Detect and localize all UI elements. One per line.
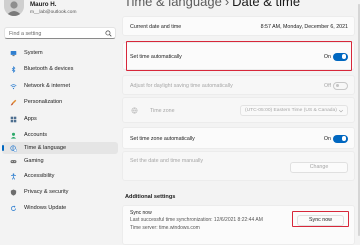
- sidebar-item-personalization[interactable]: Personalization: [2, 97, 118, 109]
- user-email: m__lab@outlook.com: [30, 9, 77, 15]
- set-time-zone-automatically-toggle[interactable]: [333, 134, 348, 143]
- search-placeholder: Find a setting: [9, 30, 42, 37]
- change-button-label: Change: [309, 164, 329, 170]
- globe-clock-icon: [10, 144, 17, 152]
- avatar: [4, 0, 24, 16]
- bluetooth-icon: [11, 66, 16, 73]
- update-icon: [11, 205, 16, 211]
- time-zone-value: (UTC-05:00) Eastern Time (US & Canada): [245, 108, 337, 113]
- sidebar-item-label: Apps: [24, 115, 37, 122]
- sidebar-item-accounts[interactable]: Accounts: [2, 130, 118, 142]
- current-date-time-label: Current date and time: [130, 23, 182, 30]
- monitor-icon: [10, 50, 17, 56]
- sidebar-item-label: Accessibility: [24, 173, 55, 179]
- highlight-box: [126, 41, 352, 71]
- daylight-saving-state: Off: [324, 82, 331, 89]
- sync-time-server: Time server: time.windows.com: [130, 224, 200, 231]
- set-time-zone-automatically-label: Set time zone automatically: [130, 135, 195, 142]
- current-date-time-card: Current date and time 8:57 AM, Monday, D…: [122, 16, 355, 36]
- gamepad-icon: [10, 159, 17, 163]
- shield-icon: [10, 189, 17, 196]
- brush-icon: [10, 99, 17, 106]
- apps-icon: [10, 116, 17, 122]
- sync-last-time: Last successful time synchronization: 12…: [130, 217, 263, 223]
- search-input[interactable]: Find a setting: [4, 27, 116, 39]
- user-name: Mauro H.: [30, 1, 57, 8]
- sidebar-item-label: Personalization: [24, 99, 63, 105]
- set-time-zone-automatically-card: Set time zone automatically On: [122, 127, 355, 149]
- breadcrumb[interactable]: Time & language: [124, 0, 222, 9]
- page-title: Time & language › Date & time: [124, 0, 300, 9]
- set-time-zone-automatically-state: On: [323, 135, 331, 142]
- globe-icon: [131, 107, 138, 114]
- accessibility-icon: [11, 173, 16, 180]
- sidebar-item-windows-update[interactable]: Windows Update: [2, 203, 118, 215]
- sync-highlight-box: [292, 211, 349, 227]
- sidebar-item-label: Windows Update: [24, 205, 67, 211]
- additional-settings-title: Additional settings: [125, 194, 176, 200]
- daylight-saving-toggle[interactable]: [333, 81, 348, 90]
- daylight-saving-card: Adjust for daylight saving time automati…: [122, 75, 355, 95]
- page-heading: Date & time: [232, 0, 301, 9]
- sidebar: Mauro H. m__lab@outlook.com Find a setti…: [0, 0, 122, 240]
- sidebar-item-system[interactable]: System: [2, 47, 118, 59]
- person-icon: [10, 132, 17, 139]
- sidebar-item-privacy[interactable]: Privacy & security: [2, 187, 118, 199]
- set-manually-card: Set the date and time manually Change: [122, 151, 355, 181]
- wifi-icon: [10, 83, 17, 89]
- user-profile[interactable]: Mauro H. m__lab@outlook.com: [4, 0, 122, 20]
- sidebar-item-network[interactable]: Network & internet: [2, 80, 118, 92]
- current-date-time-value: 8:57 AM, Monday, December 6, 2021: [260, 23, 348, 30]
- sidebar-item-time-language[interactable]: Time & language: [2, 142, 118, 154]
- sidebar-item-bluetooth[interactable]: Bluetooth & devices: [2, 64, 118, 76]
- search-icon[interactable]: [105, 30, 112, 37]
- change-button[interactable]: Change: [290, 162, 348, 173]
- sync-now-title: Sync now: [130, 209, 152, 216]
- sidebar-item-label: Privacy & security: [24, 189, 69, 195]
- sidebar-item-label: Network & internet: [24, 82, 71, 89]
- set-manually-label: Set the date and time manually: [130, 158, 204, 164]
- time-zone-dropdown[interactable]: (UTC-05:00) Eastern Time (US & Canada): [240, 105, 348, 116]
- sidebar-item-accessibility[interactable]: Accessibility: [2, 171, 118, 183]
- sidebar-item-label: Gaming: [24, 157, 44, 164]
- sidebar-item-label: System: [24, 49, 43, 56]
- main-content: Time & language › Date & time Current date…: [122, 0, 360, 245]
- sidebar-item-label: Bluetooth & devices: [24, 66, 74, 72]
- sidebar-item-label: Time & language: [24, 144, 67, 151]
- time-zone-label: Time zone: [150, 108, 175, 114]
- chevron-down-icon: [338, 109, 344, 113]
- daylight-saving-label: Adjust for daylight saving time automati…: [130, 82, 233, 89]
- breadcrumb-separator: ›: [224, 0, 230, 9]
- sidebar-item-gaming[interactable]: Gaming: [2, 155, 118, 167]
- sidebar-item-label: Accounts: [24, 132, 48, 138]
- sidebar-item-apps[interactable]: Apps: [2, 113, 118, 125]
- time-zone-card: Time zone (UTC-05:00) Eastern Time (US &…: [122, 97, 355, 123]
